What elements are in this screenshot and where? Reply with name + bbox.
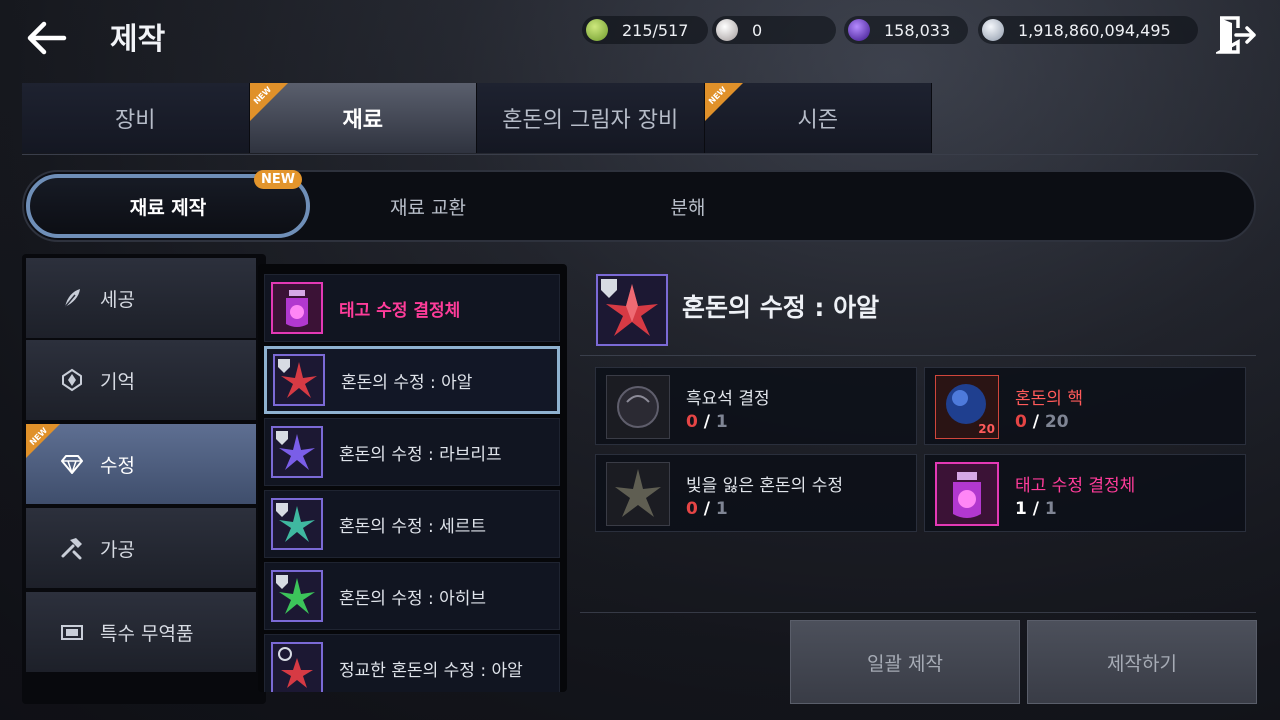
new-badge: NEW [254, 170, 303, 189]
subtab-label: 재료 제작 [129, 196, 207, 219]
tab-chaos-shadow-equipment[interactable]: 혼돈의 그림자 장비 [477, 83, 705, 153]
recipe-label: 혼돈의 수정 : 아알 [341, 372, 473, 393]
selected-item-title: 혼돈의 수정 : 아알 [682, 293, 880, 322]
currency-value: 0 [752, 20, 763, 40]
refined-chaos-crystal-icon [271, 642, 323, 692]
energy-icon [586, 19, 608, 41]
material-count: 0 / 20 [1015, 412, 1069, 432]
feather-icon [60, 286, 84, 310]
category-list: 세공 기억 NEW 수정 가공 특수 무역품 [22, 254, 266, 704]
category-label: 수정 [100, 454, 135, 477]
recipe-item[interactable]: 혼돈의 수정 : 아히브 [264, 562, 560, 630]
material-count: 1 / 1 [1015, 499, 1057, 519]
hammer-icon [60, 536, 84, 560]
tab-label: 시즌 [797, 108, 838, 133]
material-count: 0 / 1 [686, 412, 728, 432]
recipe-list: 태고 수정 결정체 혼돈의 수정 : 아알 혼돈의 수정 : 라브리프 혼돈의 … [258, 264, 567, 692]
recipe-item[interactable]: 정교한 혼돈의 수정 : 아알 [264, 634, 560, 692]
subtab-disassemble[interactable]: 분해 [584, 172, 792, 240]
material-slot[interactable]: 빛을 잃은 혼돈의 수정 0 / 1 [595, 454, 917, 532]
dimmed-chaos-crystal-icon [606, 462, 670, 526]
category-label: 특수 무역품 [100, 622, 194, 645]
chaos-core-icon: 20 [935, 375, 999, 439]
currency-value: 1,918,860,094,495 [1018, 20, 1171, 40]
subtab-label: 분해 [670, 196, 706, 219]
silver-coin-icon [982, 19, 1004, 41]
divider [22, 154, 1258, 155]
category-special-trade-goods[interactable]: 특수 무역품 [26, 592, 256, 672]
craft-button[interactable]: 제작하기 [1027, 620, 1257, 704]
tab-label: 장비 [115, 108, 156, 133]
subtab-material-exchange[interactable]: 재료 교환 [324, 172, 532, 240]
material-slot[interactable]: 태고 수정 결정체 1 / 1 [924, 454, 1246, 532]
page-title: 제작 [110, 22, 166, 57]
currency-chaos-orb: 158,033 [844, 16, 968, 44]
category-label: 가공 [100, 538, 135, 561]
recipe-label: 혼돈의 수정 : 라브리프 [339, 444, 502, 465]
recipe-label: 혼돈의 수정 : 아히브 [339, 588, 487, 609]
divider [580, 612, 1256, 613]
material-slot[interactable]: 20 혼돈의 핵 0 / 20 [924, 367, 1246, 445]
recipe-item[interactable]: 혼돈의 수정 : 세르트 [264, 490, 560, 558]
new-corner-badge: NEW [26, 424, 60, 458]
crest-icon [60, 368, 84, 392]
recipe-item[interactable]: 혼돈의 수정 : 라브리프 [264, 418, 560, 486]
material-slot[interactable]: 흑요석 결정 0 / 1 [595, 367, 917, 445]
sub-tab-bar: 재료 제작 NEW 재료 교환 분해 [22, 170, 1256, 242]
diamond-icon [60, 452, 84, 476]
primal-crystal-jar-icon [271, 282, 323, 334]
tab-equipment[interactable]: 장비 [22, 83, 250, 153]
recipe-label: 태고 수정 결정체 [339, 300, 461, 321]
material-name: 빛을 잃은 혼돈의 수정 [686, 476, 843, 496]
teal-chaos-crystal-icon [271, 498, 323, 550]
tab-label: 재료 [342, 108, 383, 133]
button-label: 일괄 제작 [867, 652, 943, 675]
subtab-material-crafting[interactable]: 재료 제작 NEW [26, 170, 310, 238]
currency-value: 215/517 [622, 20, 689, 40]
tab-label: 혼돈의 그림자 장비 [502, 108, 679, 133]
arrow-left-icon [27, 21, 67, 55]
currency-silver: 1,918,860,094,495 [978, 16, 1198, 44]
red-chaos-crystal-icon [273, 354, 325, 406]
trade-goods-icon [60, 620, 84, 644]
exit-door-icon [1213, 16, 1256, 54]
category-crystal[interactable]: NEW 수정 [26, 424, 256, 504]
recipe-item[interactable]: 혼돈의 수정 : 아알 [264, 346, 560, 414]
main-tab-bar: 장비 NEW 재료 혼돈의 그림자 장비 NEW 시즌 [22, 83, 932, 153]
bulk-craft-button[interactable]: 일괄 제작 [790, 620, 1020, 704]
tab-materials[interactable]: NEW 재료 [249, 83, 477, 153]
material-name: 태고 수정 결정체 [1015, 476, 1136, 496]
tab-season[interactable]: NEW 시즌 [704, 83, 932, 153]
category-label: 기억 [100, 370, 135, 393]
currency-value: 158,033 [884, 20, 951, 40]
new-corner-badge: NEW [249, 83, 288, 121]
material-name: 흑요석 결정 [686, 389, 770, 409]
violet-chaos-crystal-icon [271, 426, 323, 478]
obsidian-crystal-icon [606, 375, 670, 439]
selected-item-icon [596, 274, 668, 346]
subtab-label: 재료 교환 [390, 196, 466, 219]
pearl-icon [716, 19, 738, 41]
currency-energy: 215/517 [582, 16, 708, 44]
new-corner-badge: NEW [704, 83, 743, 121]
category-memory[interactable]: 기억 [26, 340, 256, 420]
primal-crystal-jar-icon [935, 462, 999, 526]
currency-pearl: 0 [712, 16, 836, 44]
chaos-orb-icon [848, 19, 870, 41]
recipe-label: 정교한 혼돈의 수정 : 아알 [339, 660, 523, 681]
back-button[interactable] [24, 18, 72, 58]
material-name: 혼돈의 핵 [1015, 389, 1083, 409]
category-faceting[interactable]: 세공 [26, 258, 256, 338]
divider [580, 355, 1256, 356]
green-chaos-crystal-icon [271, 570, 323, 622]
button-label: 제작하기 [1107, 652, 1177, 675]
recipe-label: 혼돈의 수정 : 세르트 [339, 516, 487, 537]
category-label: 세공 [100, 288, 135, 311]
material-count: 0 / 1 [686, 499, 728, 519]
recipe-item[interactable]: 태고 수정 결정체 [264, 274, 560, 342]
category-processing[interactable]: 가공 [26, 508, 256, 588]
exit-button[interactable] [1213, 14, 1258, 56]
